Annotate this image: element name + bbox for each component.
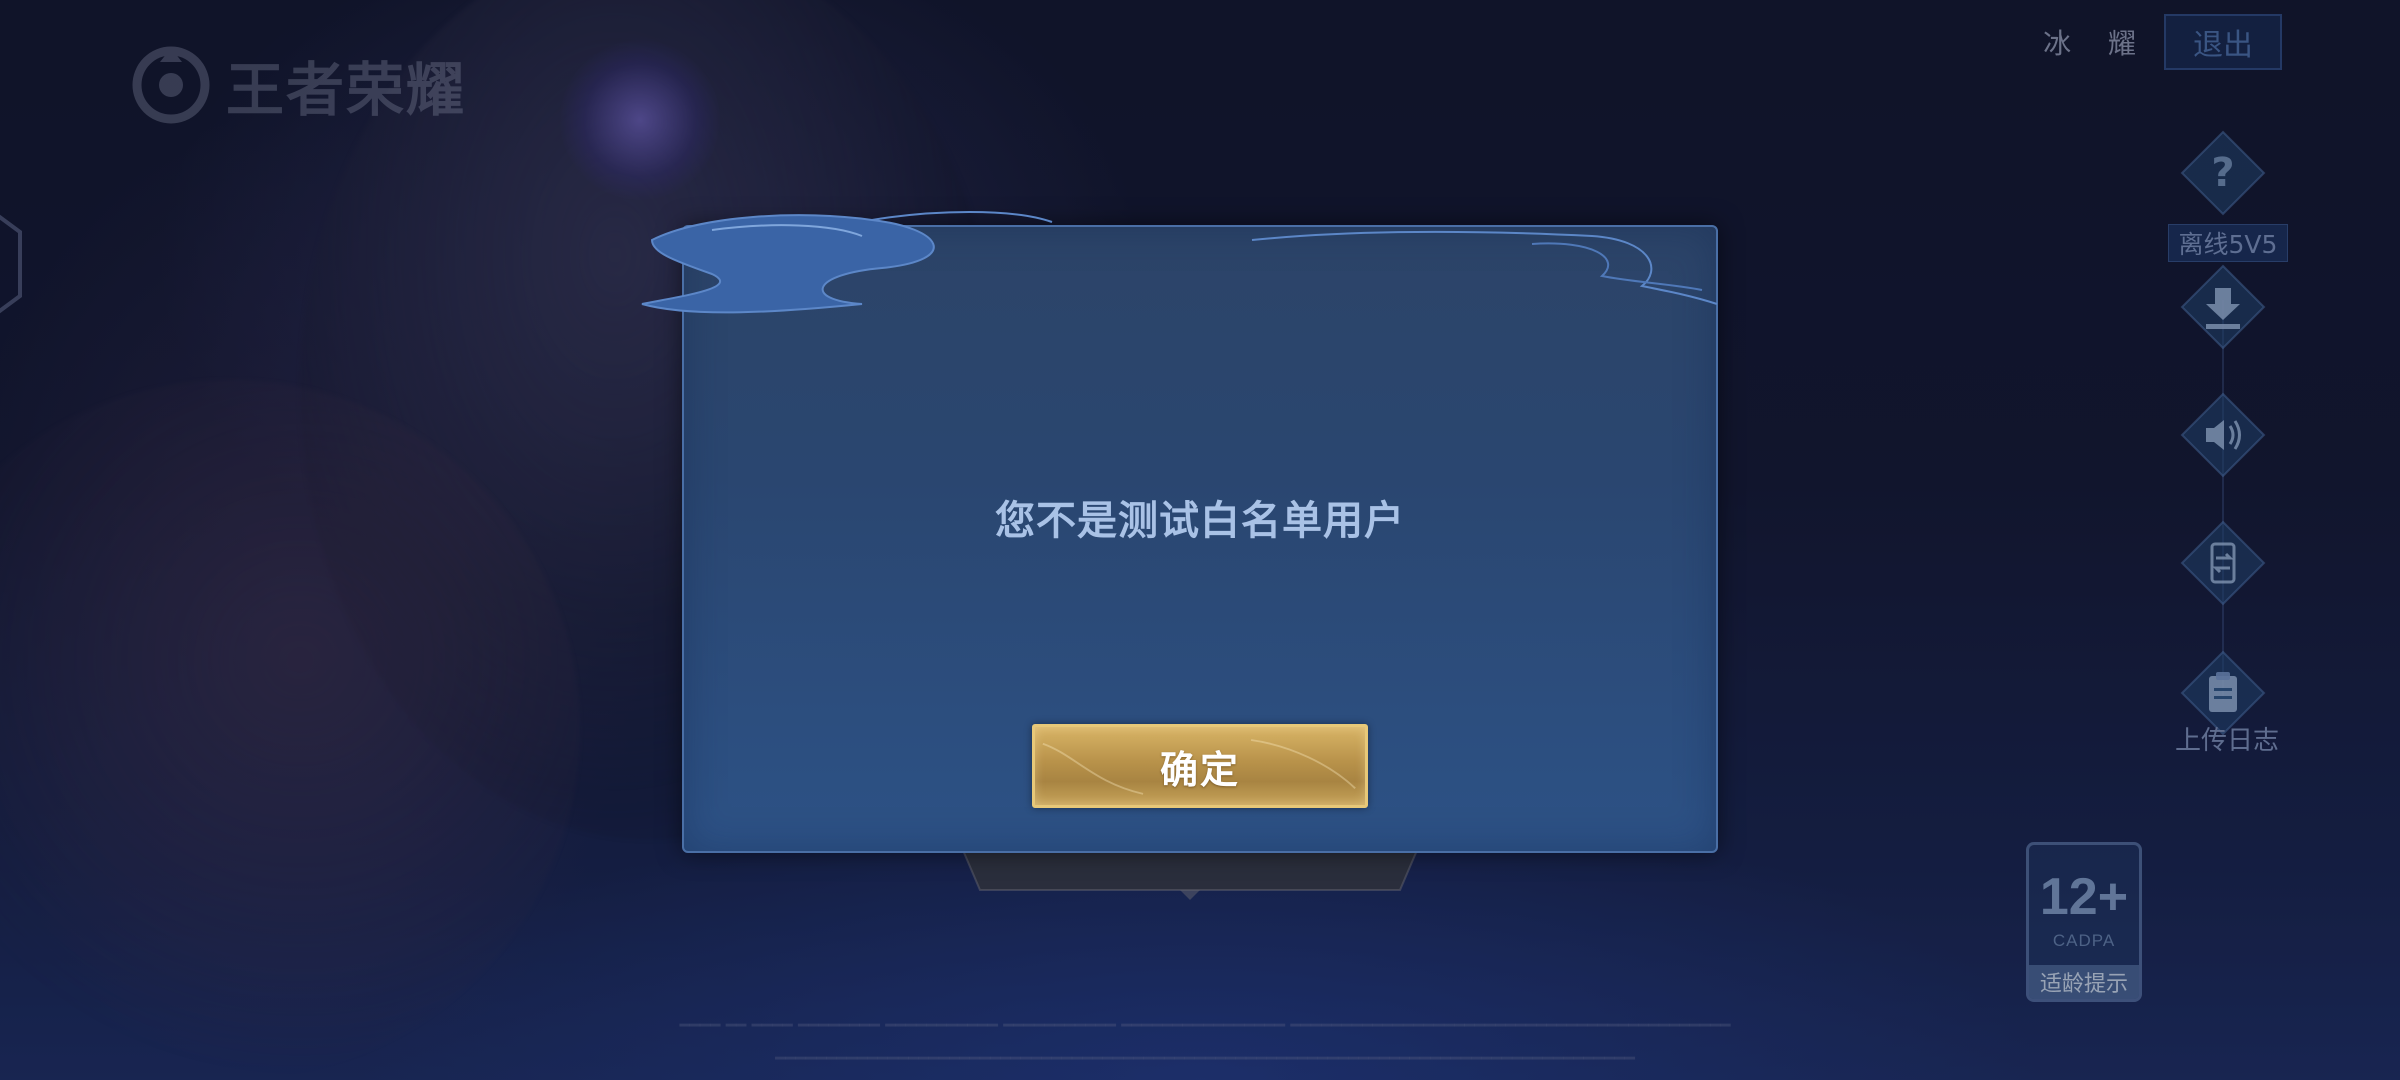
confirm-button[interactable]: 确定 [1032, 724, 1368, 808]
confirm-label: 确定 [1159, 747, 1240, 792]
dialog-message: 您不是测试白名单用户 [995, 498, 1405, 544]
